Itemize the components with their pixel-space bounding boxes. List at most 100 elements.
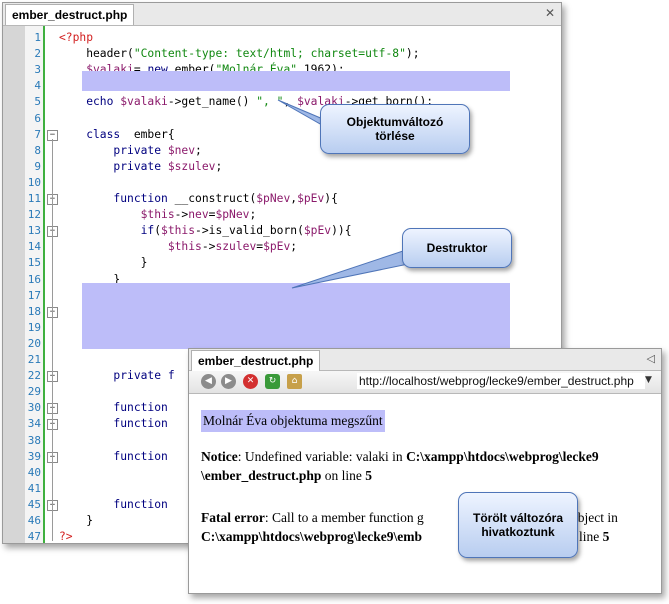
code-token: $pEv [303,224,332,238]
code-line[interactable]: if($this->is_valid_born($pEv)){ [59,223,352,239]
tab-menu-icon[interactable]: ◁ [647,352,655,365]
line-number: 7 [34,127,41,141]
highlight-destructor-block [82,283,510,349]
code-token: ?> [59,530,73,544]
callout-deleted-ref: Törölt változóra hivatkoztunk [458,492,578,558]
fold-guide [52,138,53,542]
code-token: $nev [167,143,196,157]
code-token: function [59,417,168,431]
code-line[interactable]: } [59,513,93,529]
line-number: 3 [34,63,41,77]
stop-icon[interactable]: ✕ [243,374,258,389]
browser-toolbar: ◀ ▶ ✕ ↻ ⌂ http://localhost/webprog/lecke… [189,371,661,394]
code-token: ->get_name() [167,95,257,109]
code-token: $pNev [256,192,291,205]
line-number: 16 [27,272,41,286]
code-token: { [344,224,352,238]
line-number: 30 [27,401,41,415]
editor-tab-bar: ember_destruct.php ✕ [3,3,561,26]
browser-tab[interactable]: ember_destruct.php [191,350,321,371]
callout-unset: Objektumváltozó törlése [320,104,470,154]
code-token: $this [161,224,196,238]
line-number: 17 [27,288,41,302]
code-token: $szulev [167,159,216,173]
code-token: header( [59,47,134,61]
callout-destructor: Destruktor [402,228,512,268]
line-number: 13 [27,224,41,238]
close-icon[interactable]: ✕ [543,6,557,20]
code-token: echo [59,95,121,109]
code-token: ( [154,224,162,238]
line-number: 18 [27,304,41,318]
line-numbers: 1 2 3 4 5 6 7 8 9 10 11 12 13 14 15 16 17 18 19 20 21 22 29 30 3… [25,26,45,543]
refresh-icon[interactable]: ↻ [265,374,280,389]
fatal-line-1: Fatal error: Call to a member function g [201,509,424,527]
code-token: function [59,497,168,511]
code-token: $pNev [215,208,250,222]
fatal-text: : Call to a member function g [264,510,424,525]
code-line[interactable]: function [59,497,168,513]
fatal-online: line [579,529,603,544]
notice-path-file: \ember_destruct.php [201,468,322,483]
code-line[interactable]: function [59,416,168,432]
line-number: 6 [34,111,41,125]
code-token: function [59,449,168,463]
code-token: ->is_valid_born( [195,224,304,238]
code-line[interactable]: function [59,449,168,465]
line-number: 39 [27,449,41,463]
editor-gutter [3,26,25,543]
home-icon[interactable]: ⌂ [287,374,302,389]
code-token: ); [405,47,420,61]
line-number: 46 [27,514,41,527]
code-line[interactable]: <?php [59,30,93,46]
dropdown-icon[interactable]: ▼ [645,375,652,385]
line-number: 22 [27,369,41,383]
forward-icon[interactable]: ▶ [221,374,236,389]
notice-path: C:\xampp\htdocs\webprog\lecke9 [406,449,599,464]
code-token: function [59,192,168,205]
fatal-path: C:\xampp\htdocs\webprog\lecke9\emb [201,529,423,544]
fatal-label: Fatal error [201,510,265,525]
callout-unset-text: Objektumváltozó törlése [346,115,444,143]
code-token: ; [215,159,223,173]
code-line[interactable]: $this->nev=$pNev; [59,207,257,223]
code-line[interactable]: } [59,255,148,271]
code-line[interactable]: header("Content-type: text/html; charset… [59,46,420,62]
editor-tab[interactable]: ember_destruct.php [5,4,135,25]
code-token: ; [195,143,202,157]
code-line[interactable]: $this->szulev=$pEv; [59,239,297,255]
destructor-output-text: Molnár Éva objektuma megszűnt [203,413,383,428]
fatal-tail-text: object in [571,510,618,525]
line-number: 4 [34,79,41,93]
code-line[interactable]: private $szulev; [59,159,222,175]
destructor-output: Molnár Éva objektuma megszűnt [201,410,385,432]
line-number: 21 [27,353,41,366]
line-number: 40 [27,465,41,479]
line-number: 12 [27,208,41,222]
notice-text: : Undefined variable: valaki in [237,449,407,464]
callout-destructor-text: Destruktor [426,241,488,255]
code-token: -> [201,240,216,254]
line-number: 9 [34,159,41,173]
code-token: } [59,514,94,527]
line-number: 45 [27,497,41,511]
code-token: __construct( [167,192,257,205]
line-number: 19 [27,320,41,334]
code-line[interactable]: class ember{ [59,127,174,143]
code-token: if [59,224,155,238]
code-token: function [59,401,168,415]
code-line[interactable]: function __construct($pNev,$pEv){ [59,191,338,207]
address-bar[interactable]: http://localhost/webprog/lecke9/ember_de… [357,373,645,389]
code-token: $valaki [120,95,168,109]
fatal-line-2: C:\xampp\htdocs\webprog\lecke9\emb [201,528,422,546]
browser-tab-bar: ember_destruct.php ◁ [189,349,661,371]
back-icon[interactable]: ◀ [201,374,216,389]
code-line[interactable]: private f [59,368,174,384]
fatal-line-number: 5 [602,529,610,544]
browser-content: Molnár Éva objektuma megszűnt Notice: Un… [189,394,661,593]
notice-line-number: 5 [365,468,372,483]
code-line[interactable]: ?> [59,529,73,545]
code-line[interactable]: function [59,400,168,416]
code-line[interactable]: private $nev; [59,143,202,159]
fatal-line-end: line 5 [579,528,609,546]
